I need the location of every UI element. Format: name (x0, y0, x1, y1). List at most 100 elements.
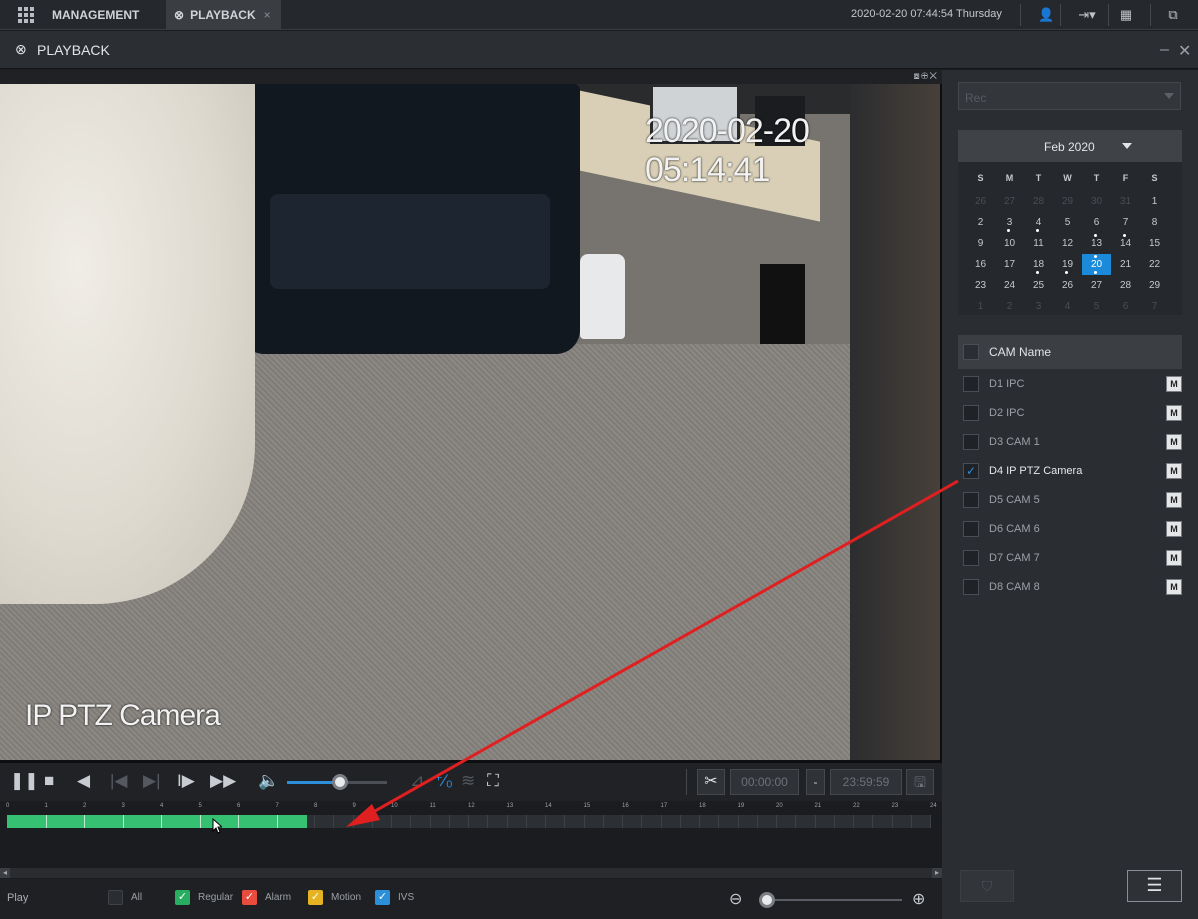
timeline-cell[interactable] (527, 815, 546, 828)
calendar-day[interactable]: 26 (966, 191, 995, 212)
legend-ivs[interactable]: ✓ IVS (375, 890, 414, 905)
calendar-day[interactable]: 11 (1024, 233, 1053, 254)
stop-icon[interactable]: ■ (44, 771, 54, 791)
calendar-day[interactable]: 5 (1053, 212, 1082, 233)
camera-checkbox[interactable] (963, 491, 979, 508)
timeline-cell[interactable] (431, 815, 450, 828)
slow-play-icon[interactable]: I▶ (177, 771, 195, 791)
ivs-rule-icon[interactable]: ≋ (461, 771, 475, 791)
camera-row[interactable]: D3 CAM 1 M (958, 427, 1182, 456)
calendar-day[interactable]: 8 (1140, 212, 1169, 233)
calendar-day[interactable]: 7 (1111, 212, 1140, 233)
scroll-left-icon[interactable]: ◂ (0, 868, 10, 878)
fast-forward-icon[interactable]: ▶▶ (210, 771, 236, 791)
timeline-cell[interactable] (739, 815, 758, 828)
calendar-day[interactable]: 27 (995, 191, 1024, 212)
timeline-zoom-slider[interactable] (759, 892, 902, 908)
calendar-day[interactable]: 28 (1111, 275, 1140, 296)
calendar-day[interactable]: 21 (1111, 254, 1140, 275)
save-clip-icon[interactable]: 🖫 (906, 769, 934, 795)
file-list-button[interactable]: ☰ (1127, 870, 1182, 902)
calendar-day[interactable]: 30 (1082, 191, 1111, 212)
camera-checkbox[interactable]: ✓ (963, 462, 979, 479)
timeline-cell[interactable] (758, 815, 777, 828)
select-all-cameras-checkbox[interactable] (963, 344, 979, 360)
camera-checkbox[interactable] (963, 433, 979, 450)
timeline-cell[interactable] (315, 815, 335, 828)
tab-close-icon[interactable]: × (264, 8, 271, 22)
calendar-day[interactable]: 2 (995, 296, 1024, 317)
camera-checkbox[interactable] (963, 520, 979, 537)
timeline-cell[interactable] (662, 815, 681, 828)
volume-icon[interactable]: 🔈 (258, 771, 279, 791)
camera-main-stream-button[interactable]: M (1166, 376, 1182, 392)
timeline-cell[interactable] (392, 815, 412, 828)
backup-button[interactable]: ⛉ (960, 870, 1014, 902)
camera-row[interactable]: D1 IPC M (958, 369, 1182, 398)
fullscreen-icon[interactable]: ⛶ (487, 771, 499, 791)
clip-start-time[interactable]: 00:00:00 (730, 769, 799, 795)
timeline-cell[interactable] (354, 815, 373, 828)
previous-frame-icon[interactable]: |◀ (110, 771, 128, 791)
volume-knob[interactable] (332, 774, 348, 790)
camera-row[interactable]: D8 CAM 8 M (958, 572, 1182, 601)
video-window-icons[interactable]: ⧇⊕✕ (913, 71, 938, 82)
pause-icon[interactable]: ❚❚ (10, 771, 39, 791)
camera-checkbox[interactable] (963, 578, 979, 595)
legend-regular[interactable]: ✓ Regular (175, 890, 233, 905)
camera-main-stream-button[interactable]: M (1166, 405, 1182, 421)
legend-checkbox[interactable]: ✓ (175, 890, 190, 905)
camera-row[interactable]: ✓ D4 IP PTZ Camera M (958, 456, 1182, 485)
timeline-cell[interactable] (508, 815, 527, 828)
timeline[interactable]: 0 1 2 3 4 5 6 7 8 9 10 11 12 13 14 15 16 17 18 19 20 21 22 23 24 (0, 801, 942, 868)
timeline-cell[interactable] (565, 815, 585, 828)
legend-checkbox[interactable] (108, 890, 123, 905)
zoom-knob[interactable] (759, 892, 775, 908)
camera-checkbox[interactable] (963, 404, 979, 421)
scroll-right-icon[interactable]: ▸ (932, 868, 942, 878)
clip-end-time[interactable]: 23:59:59 (830, 769, 902, 795)
smart-search-icon[interactable]: ⁺⁄₀ (434, 771, 453, 791)
camera-main-stream-button[interactable]: M (1166, 434, 1182, 450)
calendar-day[interactable]: 4 (1053, 296, 1082, 317)
zoom-out-icon[interactable]: ⊖ (729, 889, 742, 909)
logout-icon[interactable]: ⇥▾ (1073, 7, 1101, 23)
calendar-day[interactable]: 10 (995, 233, 1024, 254)
timeline-cell[interactable] (854, 815, 874, 828)
close-button[interactable]: ✕ (1178, 41, 1191, 61)
minimize-button[interactable]: – (1160, 41, 1169, 59)
clip-scissors-icon[interactable]: ✂ (697, 769, 725, 795)
calendar-header[interactable]: Feb 2020 (958, 130, 1182, 162)
timeline-scrollbar[interactable]: ◂ ▸ (0, 868, 942, 878)
timeline-cell[interactable] (777, 815, 797, 828)
timeline-cell[interactable] (546, 815, 566, 828)
camera-checkbox[interactable] (963, 375, 979, 392)
timeline-cell[interactable] (835, 815, 854, 828)
play-backward-icon[interactable]: ◀ (77, 771, 90, 791)
timeline-cell[interactable] (623, 815, 643, 828)
timeline-track[interactable] (7, 815, 931, 828)
calendar-day[interactable]: 23 (966, 275, 995, 296)
timeline-cell[interactable] (893, 815, 912, 828)
timeline-cell[interactable] (681, 815, 700, 828)
camera-main-stream-button[interactable]: M (1166, 550, 1182, 566)
regular-recording-bar[interactable] (7, 815, 308, 828)
calendar-day[interactable]: 27 (1082, 275, 1111, 296)
calendar-day[interactable]: 24 (995, 275, 1024, 296)
tab-playback[interactable]: ⊗ PLAYBACK × (166, 0, 281, 30)
calendar-day[interactable]: 22 (1140, 254, 1169, 275)
zoom-in-icon[interactable]: ⊕ (912, 889, 925, 909)
camera-main-stream-button[interactable]: M (1166, 463, 1182, 479)
display-icon[interactable]: ⧉ (1165, 7, 1181, 23)
calendar-day[interactable]: 7 (1140, 296, 1169, 317)
legend-checkbox[interactable]: ✓ (308, 890, 323, 905)
calendar-day[interactable]: 18 (1024, 254, 1053, 275)
timeline-cell[interactable] (873, 815, 893, 828)
calendar-day[interactable]: 2 (966, 212, 995, 233)
calendar-day[interactable]: 25 (1024, 275, 1053, 296)
camera-main-stream-button[interactable]: M (1166, 521, 1182, 537)
timeline-cell[interactable] (469, 815, 489, 828)
camera-main-stream-button[interactable]: M (1166, 579, 1182, 595)
timeline-cell[interactable] (719, 815, 739, 828)
calendar-day[interactable]: 31 (1111, 191, 1140, 212)
